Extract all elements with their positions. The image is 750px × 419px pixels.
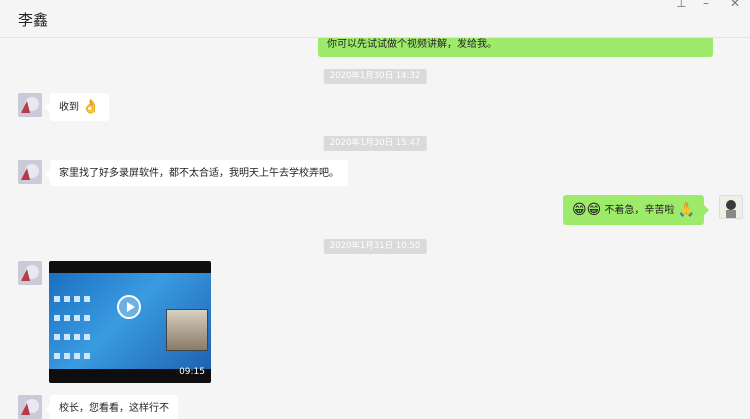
avatar-image [18, 160, 42, 184]
avatar-image [18, 395, 42, 419]
message-bubble-self[interactable]: 你可以先试试做个视频讲解，发给我。 [318, 38, 713, 57]
video-thumbnail [49, 273, 211, 369]
avatar[interactable] [18, 160, 42, 184]
folded-hands-icon: 🙏 [677, 202, 696, 218]
grinning-face-icon: 😁😁 [572, 202, 602, 218]
webcam-overlay [166, 309, 208, 351]
avatar[interactable] [18, 93, 42, 117]
message-list[interactable]: 你可以先试试做个视频讲解，发给我。 2020年1月30日 14:32 收到 👌 … [0, 38, 750, 419]
close-icon[interactable]: ✕ [730, 0, 740, 10]
timestamp: 2020年1月30日 15:47 [323, 136, 427, 151]
message-bubble-self[interactable]: 😁😁 不着急，辛苦啦 🙏 [563, 195, 710, 225]
video-duration: 09:15 [179, 367, 205, 377]
message-text: 校长，您看看，这样行不 [59, 403, 169, 414]
message-bubble-other[interactable]: 校长，您看看，这样行不 [45, 395, 178, 419]
play-icon[interactable] [117, 295, 141, 319]
message-text: 不着急，辛苦啦 [604, 205, 675, 216]
avatar-image [18, 93, 42, 117]
desktop-icons [52, 289, 92, 359]
message-bubble-other[interactable]: 收到 👌 [45, 93, 109, 121]
message-text: 你可以先试试做个视频讲解，发给我。 [327, 39, 497, 50]
minimize-icon[interactable]: – [703, 0, 709, 10]
title-bar: 李鑫 ⊥ – ✕ [0, 0, 750, 38]
video-message[interactable]: 09:15 [49, 261, 211, 383]
message-text: 家里找了好多录屏软件，都不太合适，我明天上午去学校弄吧。 [59, 168, 339, 179]
avatar-self[interactable] [719, 195, 743, 219]
ok-hand-icon: 👌 [82, 99, 100, 115]
pin-icon[interactable]: ⊥ [676, 0, 686, 10]
avatar[interactable] [18, 395, 42, 419]
timestamp: 2020年1月30日 14:32 [323, 69, 427, 84]
message-text: 收到 [59, 102, 79, 113]
timestamp: 2020年1月31日 10:50 [323, 239, 427, 254]
message-bubble-other[interactable]: 家里找了好多录屏软件，都不太合适，我明天上午去学校弄吧。 [45, 160, 348, 186]
avatar-image [720, 196, 742, 218]
avatar-image [18, 261, 42, 285]
avatar[interactable] [18, 261, 42, 285]
chat-title: 李鑫 [18, 11, 49, 29]
